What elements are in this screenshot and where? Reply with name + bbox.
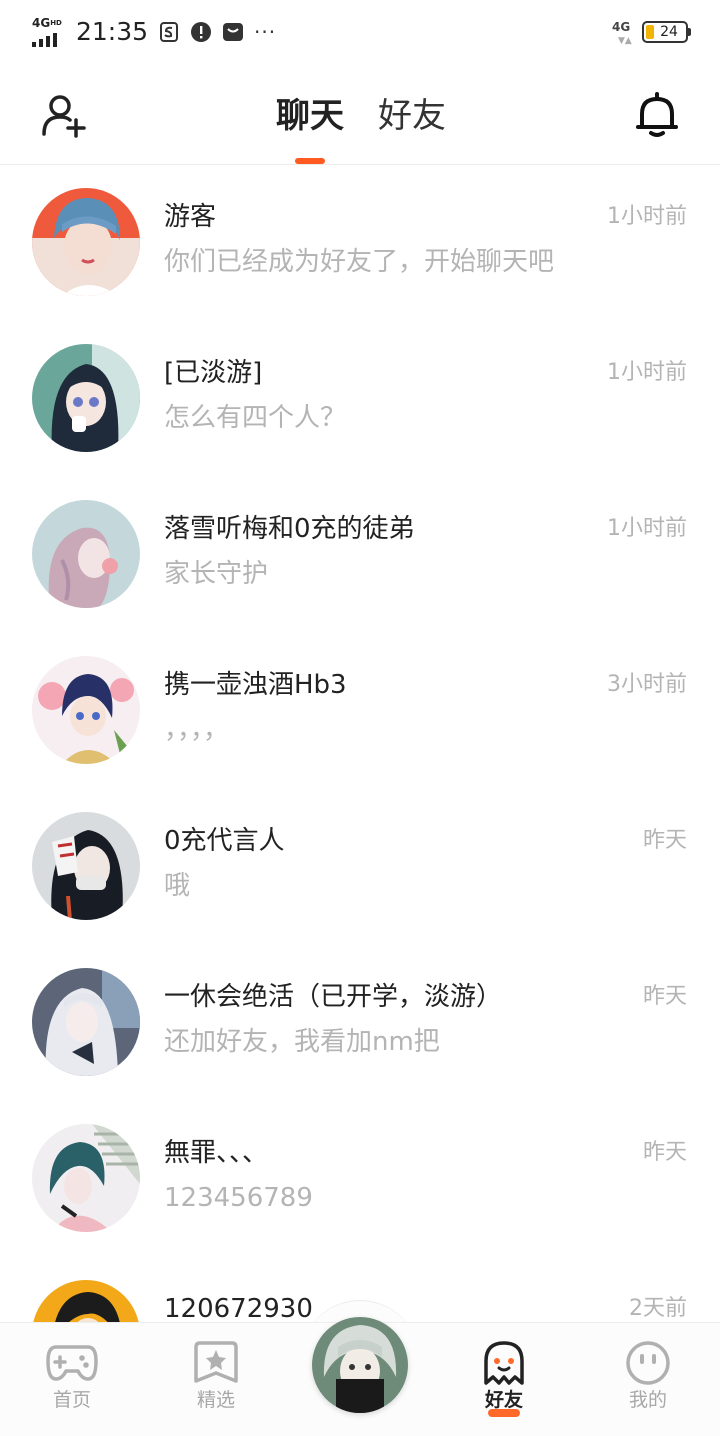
nav-home[interactable]: 首页 xyxy=(6,1323,126,1436)
screenshot-icon xyxy=(158,21,180,43)
cell-signal-icon: 4GHD xyxy=(32,17,66,47)
gamepad-icon xyxy=(46,1345,98,1381)
nav-label: 首页 xyxy=(52,1389,91,1411)
more-notifications-icon: ··· xyxy=(254,20,277,44)
chat-name: 一休会绝活（已开学，淡游） xyxy=(164,982,503,1012)
chat-item[interactable]: [已淡游] 怎么有四个人？ 1小时前 xyxy=(0,322,720,478)
avatar[interactable] xyxy=(32,812,140,920)
nav-featured[interactable]: 精选 xyxy=(150,1323,270,1436)
chat-time: 昨天 xyxy=(642,984,687,1009)
chat-time: 3小时前 xyxy=(607,672,687,697)
chat-item[interactable]: 無罪、、、 123456789 昨天 xyxy=(0,1102,720,1258)
chat-name: 携一壶浊酒Hb3 xyxy=(164,670,347,700)
add-user-icon xyxy=(42,95,86,138)
ghost-icon xyxy=(484,1341,524,1385)
battery-percent: 24 xyxy=(660,24,678,40)
chat-last-message: 怎么有四个人？ xyxy=(164,403,347,433)
chat-last-message: 家长守护 xyxy=(164,559,269,589)
chat-item[interactable]: 携一壶浊酒Hb3 ，，，， 3小时前 xyxy=(0,634,720,790)
smiley-icon xyxy=(626,1341,670,1385)
chat-item[interactable]: 游客 你们已经成为好友了，开始聊天吧 1小时前 xyxy=(0,166,720,322)
chat-time: 1小时前 xyxy=(607,204,687,229)
bell-icon xyxy=(636,92,678,137)
chat-time: 1小时前 xyxy=(607,516,687,541)
star-badge-icon xyxy=(194,1341,238,1383)
chat-time: 昨天 xyxy=(642,828,687,853)
top-bar: 聊天 好友 xyxy=(0,64,720,165)
active-tab-indicator xyxy=(295,158,325,164)
chat-last-message: 123456789 xyxy=(164,1183,313,1213)
notifications-button[interactable] xyxy=(634,90,680,140)
nav-label: 我的 xyxy=(628,1389,667,1411)
avatar[interactable] xyxy=(32,500,140,608)
chat-list: 游客 你们已经成为好友了，开始聊天吧 1小时前 [已淡游] 怎么有四个人？ 1小… xyxy=(0,166,720,1322)
mobile-data-label: 4G xyxy=(612,20,631,34)
battery-icon: 24 xyxy=(642,21,691,43)
chat-last-message: 还加好友，我看加nm把 xyxy=(164,1027,440,1057)
chat-name: 無罪、、、 xyxy=(164,1138,269,1168)
network-type: 4G xyxy=(32,16,51,30)
avatar[interactable] xyxy=(32,188,140,296)
chat-name: 0充代言人 xyxy=(164,826,285,856)
avatar[interactable] xyxy=(32,968,140,1076)
chat-name: 游客 xyxy=(164,202,217,232)
nav-label: 精选 xyxy=(196,1389,235,1411)
status-bar-right: 4G ▼▲ 24 xyxy=(612,18,691,46)
add-friend-button[interactable] xyxy=(40,92,88,140)
avatar[interactable] xyxy=(32,1280,140,1322)
nav-label: 好友 xyxy=(484,1389,523,1411)
avatar[interactable] xyxy=(32,656,140,764)
chat-name: 120672930 xyxy=(164,1294,313,1322)
status-bar: 4GHD 21:35 ··· 4G ▼▲ 24 xyxy=(0,0,720,64)
chat-item[interactable]: 落雪听梅和0充的徒弟 家长守护 1小时前 xyxy=(0,478,720,634)
chat-time: 昨天 xyxy=(642,1140,687,1165)
chat-item[interactable]: 一休会绝活（已开学，淡游） 还加好友，我看加nm把 昨天 xyxy=(0,946,720,1102)
alert-icon xyxy=(190,21,212,43)
mobile-data-icon: 4G ▼▲ xyxy=(612,20,632,46)
network-hd: HD xyxy=(50,19,62,27)
chat-last-message: 你们已经成为好友了，开始聊天吧 xyxy=(164,247,555,277)
nav-me[interactable]: 我的 xyxy=(582,1323,702,1436)
status-bar-left: 4GHD 21:35 ··· xyxy=(32,14,276,50)
app-notification-icon xyxy=(222,21,244,43)
avatar[interactable] xyxy=(32,1124,140,1232)
avatar[interactable] xyxy=(32,344,140,452)
chat-last-message: ，，，， xyxy=(164,715,230,745)
chat-item[interactable]: 0充代言人 哦 昨天 xyxy=(0,790,720,946)
chat-last-message: 哦 xyxy=(164,871,191,901)
profile-avatar xyxy=(312,1317,408,1413)
center-profile-button[interactable] xyxy=(312,1317,408,1413)
clock: 21:35 xyxy=(76,17,149,46)
chat-time: 1小时前 xyxy=(607,360,687,385)
chat-name: [已淡游] xyxy=(164,358,263,388)
tab-friends[interactable]: 好友 xyxy=(378,92,446,140)
tab-chat[interactable]: 聊天 xyxy=(276,92,344,140)
nav-friends[interactable]: 好友 xyxy=(438,1323,558,1436)
chat-name: 落雪听梅和0充的徒弟 xyxy=(164,514,415,544)
chat-time: 2天前 xyxy=(629,1296,687,1321)
